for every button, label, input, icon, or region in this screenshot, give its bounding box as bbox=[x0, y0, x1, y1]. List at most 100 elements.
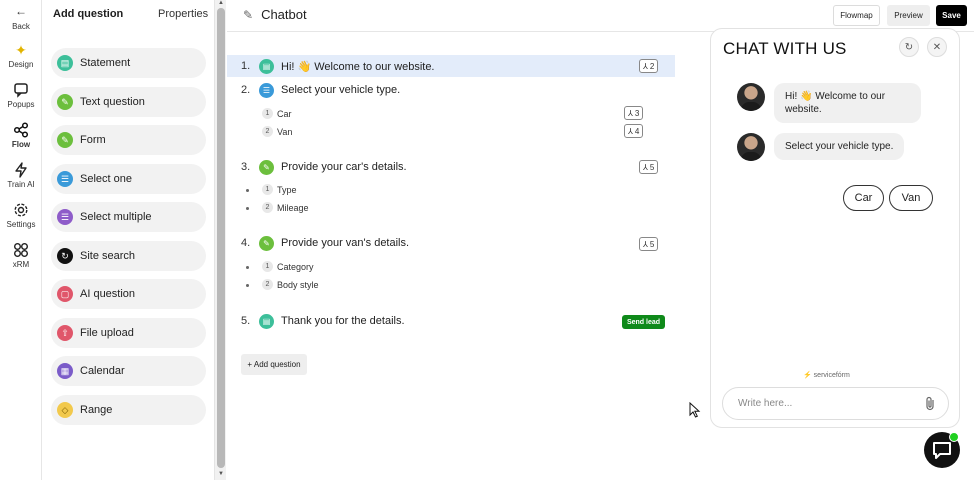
qtype-label: AI question bbox=[80, 288, 136, 300]
question-row-2[interactable]: 2. ☰ Select your vehicle type. bbox=[227, 79, 675, 101]
bullet bbox=[246, 284, 249, 287]
branch-icon: ⅄ bbox=[643, 61, 648, 71]
calendar-icon: ▦ bbox=[57, 363, 73, 379]
qtype-label: Select multiple bbox=[80, 211, 152, 223]
question-row-1[interactable]: 1. ▤ Hi! 👋 Welcome to our website. ⅄ 2 bbox=[227, 55, 675, 77]
rail-label: Design bbox=[8, 60, 34, 69]
pencil-icon: ✎ bbox=[57, 94, 73, 110]
panel-scrollbar[interactable]: ▲ ▼ bbox=[214, 0, 226, 480]
qtype-calendar[interactable]: ▦ Calendar bbox=[51, 356, 206, 386]
add-question-button[interactable]: + Add question bbox=[241, 354, 307, 375]
tab-add-question[interactable]: Add question bbox=[53, 8, 123, 20]
mouse-cursor-icon bbox=[689, 402, 701, 418]
refresh-icon[interactable]: ↻ bbox=[899, 37, 919, 57]
pencil-icon: ✎ bbox=[259, 159, 274, 175]
upload-icon: ⇧ bbox=[57, 325, 73, 341]
qtype-select-one[interactable]: ☰ Select one bbox=[51, 164, 206, 194]
question-text: Provide your car's details. bbox=[281, 161, 407, 173]
paperclip-icon[interactable] bbox=[924, 396, 936, 414]
bot-message: Select your vehicle type. bbox=[774, 133, 905, 160]
qtype-label: Select one bbox=[80, 173, 132, 185]
qtype-label: Range bbox=[80, 404, 113, 416]
flowmap-button[interactable]: Flowmap bbox=[833, 5, 880, 26]
qtype-range[interactable]: ◇ Range bbox=[51, 395, 206, 425]
qtype-ai-question[interactable]: ▢ AI question bbox=[51, 279, 206, 309]
rail-label: Train AI bbox=[7, 180, 35, 189]
send-lead-badge[interactable]: Send lead bbox=[622, 315, 665, 329]
chat-bubble-icon bbox=[933, 442, 951, 459]
lightning-icon: ⚡ bbox=[803, 372, 812, 379]
option-item: 2 Mileage bbox=[262, 202, 309, 213]
rail-item-popups[interactable]: Popups bbox=[0, 82, 42, 109]
scroll-thumb[interactable] bbox=[217, 8, 225, 468]
option-item: 1 Category bbox=[262, 261, 314, 272]
list-icon: ☰ bbox=[259, 82, 274, 98]
choice-car-button[interactable]: Car bbox=[843, 185, 884, 211]
jump-badge[interactable]: ⅄ 3 bbox=[624, 106, 644, 120]
save-button[interactable]: Save bbox=[936, 5, 967, 26]
option-item: 2 Van bbox=[262, 126, 292, 137]
range-icon: ◇ bbox=[57, 402, 73, 418]
flow-editor: 1. ▤ Hi! 👋 Welcome to our website. ⅄ 2 2.… bbox=[227, 33, 701, 480]
avatar bbox=[737, 133, 765, 161]
tab-properties[interactable]: Properties bbox=[158, 8, 208, 20]
choice-van-button[interactable]: Van bbox=[889, 185, 933, 211]
chatbot-title: Chatbot bbox=[261, 7, 307, 22]
question-text: Hi! 👋 Welcome to our website. bbox=[281, 60, 435, 73]
statement-icon: ▤ bbox=[57, 55, 73, 71]
question-number: 2. bbox=[241, 84, 251, 96]
preview-button[interactable]: Preview bbox=[887, 5, 930, 26]
jump-badge[interactable]: ⅄ 2 bbox=[639, 59, 659, 73]
flow-icon bbox=[13, 122, 29, 138]
qtype-site-search[interactable]: ↻ Site search bbox=[51, 241, 206, 271]
scroll-up-icon[interactable]: ▲ bbox=[218, 0, 224, 6]
option-item: 1 Type bbox=[262, 184, 297, 195]
rail-item-xrm[interactable]: xRM bbox=[0, 242, 42, 269]
rail-item-settings[interactable]: Settings bbox=[0, 202, 42, 229]
rail-item-train-ai[interactable]: Train AI bbox=[0, 162, 42, 189]
chat-widget: CHAT WITH US ↻ ✕ Hi! 👋 Welcome to our we… bbox=[710, 28, 960, 428]
jump-badge[interactable]: ⅄ 4 bbox=[624, 124, 644, 138]
question-number: 3. bbox=[241, 161, 251, 173]
bot-message: Hi! 👋 Welcome to our website. bbox=[774, 83, 921, 123]
search-icon: ↻ bbox=[57, 248, 73, 264]
branch-icon: ⅄ bbox=[628, 108, 633, 118]
chat-message-input[interactable]: Write here... bbox=[722, 387, 949, 420]
chat-title: CHAT WITH US bbox=[723, 39, 847, 58]
question-text: Select your vehicle type. bbox=[281, 84, 401, 96]
list-icon: ☰ bbox=[57, 171, 73, 187]
rail-item-design[interactable]: ✦ Design bbox=[0, 42, 42, 69]
qtype-form[interactable]: ✎ Form bbox=[51, 125, 206, 155]
qtype-select-multiple[interactable]: ☰ Select multiple bbox=[51, 202, 206, 232]
jump-badge[interactable]: ⅄ 5 bbox=[639, 237, 659, 251]
rail-label: Settings bbox=[6, 220, 36, 229]
sparkle-icon: ✦ bbox=[15, 42, 27, 58]
question-row-4[interactable]: 4. ✎ Provide your van's details. ⅄ 5 bbox=[227, 232, 675, 254]
online-status-dot bbox=[949, 432, 959, 442]
list-icon: ☰ bbox=[57, 209, 73, 225]
question-number: 1. bbox=[241, 60, 251, 72]
question-types-panel: Add question Properties ▤ Statement ✎ Text… bbox=[43, 0, 213, 480]
question-number: 5. bbox=[241, 315, 251, 327]
rail-item-flow[interactable]: Flow bbox=[0, 122, 42, 149]
scroll-down-icon[interactable]: ▼ bbox=[218, 471, 224, 477]
pencil-icon: ✎ bbox=[57, 132, 73, 148]
rail-label: Popups bbox=[7, 100, 35, 109]
powered-label: servicefórm bbox=[813, 372, 850, 379]
qtype-label: Form bbox=[80, 134, 106, 146]
jump-badge[interactable]: ⅄ 5 bbox=[639, 160, 659, 174]
qtype-file-upload[interactable]: ⇧ File upload bbox=[51, 318, 206, 348]
qtype-text-question[interactable]: ✎ Text question bbox=[51, 87, 206, 117]
qtype-label: File upload bbox=[80, 327, 134, 339]
statement-icon: ▤ bbox=[259, 58, 274, 74]
back-button[interactable]: ← Back bbox=[0, 4, 42, 31]
question-row-5[interactable]: 5. ▤ Thank you for the details. Send lea… bbox=[227, 310, 675, 332]
close-icon[interactable]: ✕ bbox=[927, 37, 947, 57]
question-row-3[interactable]: 3. ✎ Provide your car's details. ⅄ 5 bbox=[227, 156, 675, 178]
powered-by[interactable]: ⚡ servicefórm bbox=[803, 371, 850, 379]
qtype-label: Statement bbox=[80, 57, 131, 69]
qtype-label: Text question bbox=[80, 96, 145, 108]
jump-target: 2 bbox=[649, 61, 655, 71]
qtype-statement[interactable]: ▤ Statement bbox=[51, 48, 206, 78]
page-title[interactable]: ✎ Chatbot bbox=[243, 7, 307, 22]
